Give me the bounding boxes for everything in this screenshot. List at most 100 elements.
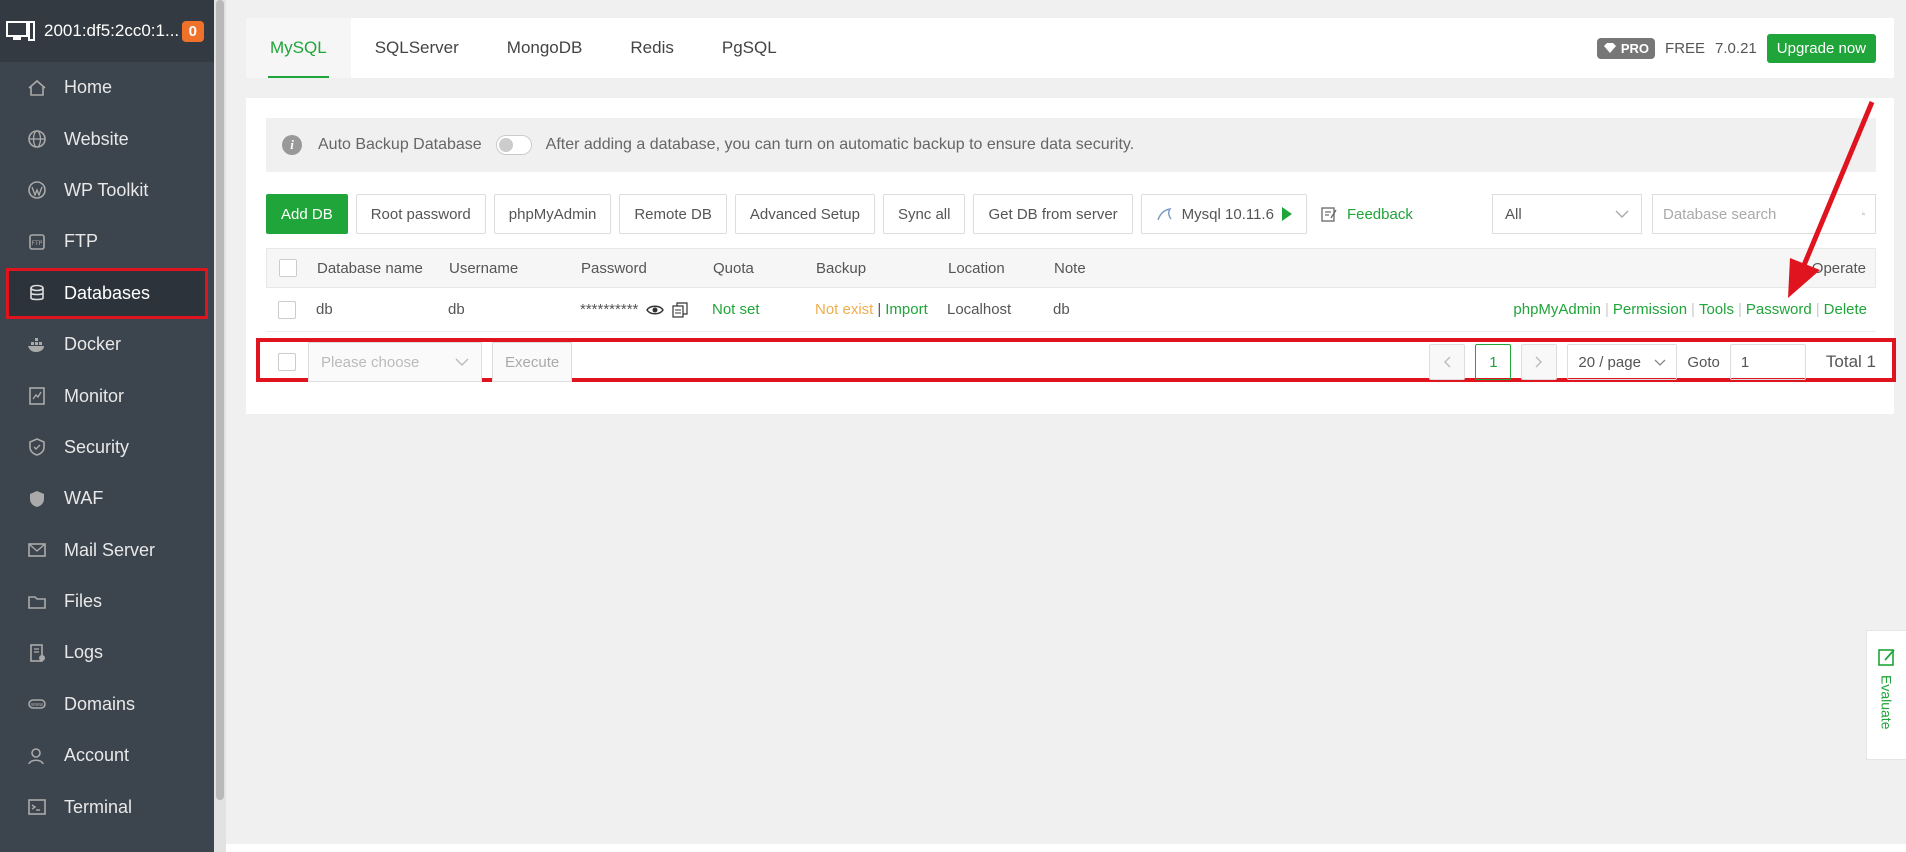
home-icon xyxy=(26,77,48,99)
tab-mysql[interactable]: MySQL xyxy=(246,18,351,78)
phpmyadmin-button[interactable]: phpMyAdmin xyxy=(493,194,612,234)
notification-badge[interactable]: 0 xyxy=(181,20,204,42)
total-count: Total 1 xyxy=(1825,352,1876,371)
header-note: Note xyxy=(1054,259,1086,277)
page-size-select[interactable]: 20 / page xyxy=(1567,344,1678,380)
sidebar-item-security[interactable]: Security xyxy=(0,422,214,473)
sidebar-item-label: Monitor xyxy=(64,385,125,406)
sidebar-item-waf[interactable]: WAF xyxy=(0,473,214,524)
toolbar: Add DB Root password phpMyAdmin Remote D… xyxy=(266,194,1876,234)
batch-action-select[interactable]: Please choose xyxy=(308,342,482,382)
add-db-button[interactable]: Add DB xyxy=(266,194,348,234)
folder-icon xyxy=(26,591,48,613)
sidebar-item-mail-server[interactable]: Mail Server xyxy=(0,525,214,576)
database-tabs: MySQL SQLServer MongoDB Redis PgSQL PRO … xyxy=(246,18,1894,78)
sidebar-item-home[interactable]: Home xyxy=(0,62,214,113)
header-backup: Backup xyxy=(816,259,867,277)
import-link[interactable]: Import xyxy=(885,301,928,318)
sync-all-button[interactable]: Sync all xyxy=(882,194,966,234)
waf-icon xyxy=(26,488,48,510)
sidebar-scrollbar[interactable] xyxy=(214,0,226,852)
database-panel: i Auto Backup Database After adding a da… xyxy=(246,98,1896,414)
svg-text:FTP: FTP xyxy=(32,240,43,247)
server-header[interactable]: 2001:df5:2cc0:1... 0 xyxy=(0,0,214,62)
alert-title: Auto Backup Database xyxy=(318,136,482,153)
mysql-version-label: Mysql 10.11.6 xyxy=(1181,205,1274,223)
op-password-link[interactable]: Password xyxy=(1746,301,1812,318)
remote-db-button[interactable]: Remote DB xyxy=(619,194,727,234)
footer-checkbox[interactable] xyxy=(278,353,296,371)
database-search-input[interactable] xyxy=(1663,205,1862,223)
wordpress-icon xyxy=(26,179,48,201)
prev-page-button[interactable] xyxy=(1429,344,1466,380)
sidebar-item-docker[interactable]: Docker xyxy=(0,319,214,370)
sidebar-item-monitor[interactable]: Monitor xyxy=(0,370,214,421)
pagination: 1 20 / page Goto 1 Total 1 xyxy=(1429,344,1876,380)
sidebar-item-ftp[interactable]: FTP FTP xyxy=(0,216,214,267)
get-db-from-server-button[interactable]: Get DB from server xyxy=(973,194,1133,234)
goto-input[interactable]: 1 xyxy=(1729,344,1806,380)
tab-redis[interactable]: Redis xyxy=(606,18,697,78)
quota-link[interactable]: Not set xyxy=(712,301,815,318)
sidebar-item-label: Mail Server xyxy=(64,539,156,560)
upgrade-button[interactable]: Upgrade now xyxy=(1766,33,1876,63)
goto-label: Goto xyxy=(1687,353,1720,371)
db-note[interactable]: db xyxy=(1053,301,1153,318)
ftp-icon: FTP xyxy=(26,231,48,253)
sidebar-item-files[interactable]: Files xyxy=(0,576,214,627)
filter-select[interactable]: All xyxy=(1492,194,1642,234)
tab-sqlserver[interactable]: SQLServer xyxy=(351,18,483,78)
filter-value: All xyxy=(1505,205,1522,223)
sidebar-item-wp-toolkit[interactable]: WP Toolkit xyxy=(0,165,214,216)
domains-icon: www xyxy=(26,693,48,715)
execute-button[interactable]: Execute xyxy=(492,342,573,382)
op-phpmyadmin-link[interactable]: phpMyAdmin xyxy=(1513,301,1601,318)
sidebar-item-account[interactable]: Account xyxy=(0,730,214,781)
sidebar-item-label: Website xyxy=(64,128,129,149)
sidebar-item-terminal[interactable]: Terminal xyxy=(0,781,214,832)
scrollbar-thumb[interactable] xyxy=(216,0,224,800)
tab-mongodb[interactable]: MongoDB xyxy=(483,18,607,78)
eye-icon[interactable] xyxy=(646,304,665,316)
search-icon[interactable] xyxy=(1862,205,1865,223)
mysql-version-button[interactable]: Mysql 10.11.6 xyxy=(1140,194,1307,234)
chevron-down-icon xyxy=(455,358,469,366)
sidebar-item-label: Security xyxy=(64,436,130,457)
sidebar-item-website[interactable]: Website xyxy=(0,113,214,164)
select-all-checkbox[interactable] xyxy=(279,259,297,277)
header-database-name[interactable]: Database name xyxy=(317,260,449,277)
svg-text:www: www xyxy=(31,702,43,708)
sidebar-item-logs[interactable]: Logs xyxy=(0,627,214,678)
sidebar-item-label: WP Toolkit xyxy=(64,179,149,200)
chevron-right-icon xyxy=(1535,356,1543,368)
header-quota: Quota xyxy=(713,259,754,277)
feedback-link[interactable]: Feedback xyxy=(1321,206,1413,223)
next-page-button[interactable] xyxy=(1521,344,1558,380)
sidebar-item-domains[interactable]: www Domains xyxy=(0,679,214,730)
pro-badge[interactable]: PRO xyxy=(1596,37,1656,59)
copy-icon[interactable] xyxy=(672,301,688,318)
db-username: db xyxy=(448,301,465,318)
sidebar-item-label: Logs xyxy=(64,642,104,663)
op-tools-link[interactable]: Tools xyxy=(1699,301,1734,318)
advanced-setup-button[interactable]: Advanced Setup xyxy=(734,194,875,234)
evaluate-button[interactable]: Evaluate xyxy=(1866,630,1906,760)
db-location: Localhost xyxy=(947,301,1012,318)
sidebar-item-databases[interactable]: Databases xyxy=(6,267,208,319)
sidebar-item-label: Terminal xyxy=(64,796,133,817)
sidebar: 2001:df5:2cc0:1... 0 Home Website WP Too… xyxy=(0,0,214,852)
tab-pgsql[interactable]: PgSQL xyxy=(698,18,801,78)
header-username: Username xyxy=(449,259,519,277)
mail-icon xyxy=(26,539,48,561)
free-label: FREE xyxy=(1665,39,1706,57)
auto-backup-toggle[interactable] xyxy=(495,135,532,155)
database-table: Database name Username Password Quota Ba… xyxy=(266,248,1876,332)
op-delete-link[interactable]: Delete xyxy=(1824,301,1867,318)
page-number[interactable]: 1 xyxy=(1475,344,1512,380)
row-checkbox[interactable] xyxy=(278,300,296,319)
backup-status[interactable]: Not exist xyxy=(815,301,873,318)
feedback-icon xyxy=(1321,207,1337,222)
server-address: 2001:df5:2cc0:1... xyxy=(44,21,178,40)
root-password-button[interactable]: Root password xyxy=(355,194,486,234)
op-permission-link[interactable]: Permission xyxy=(1613,301,1687,318)
